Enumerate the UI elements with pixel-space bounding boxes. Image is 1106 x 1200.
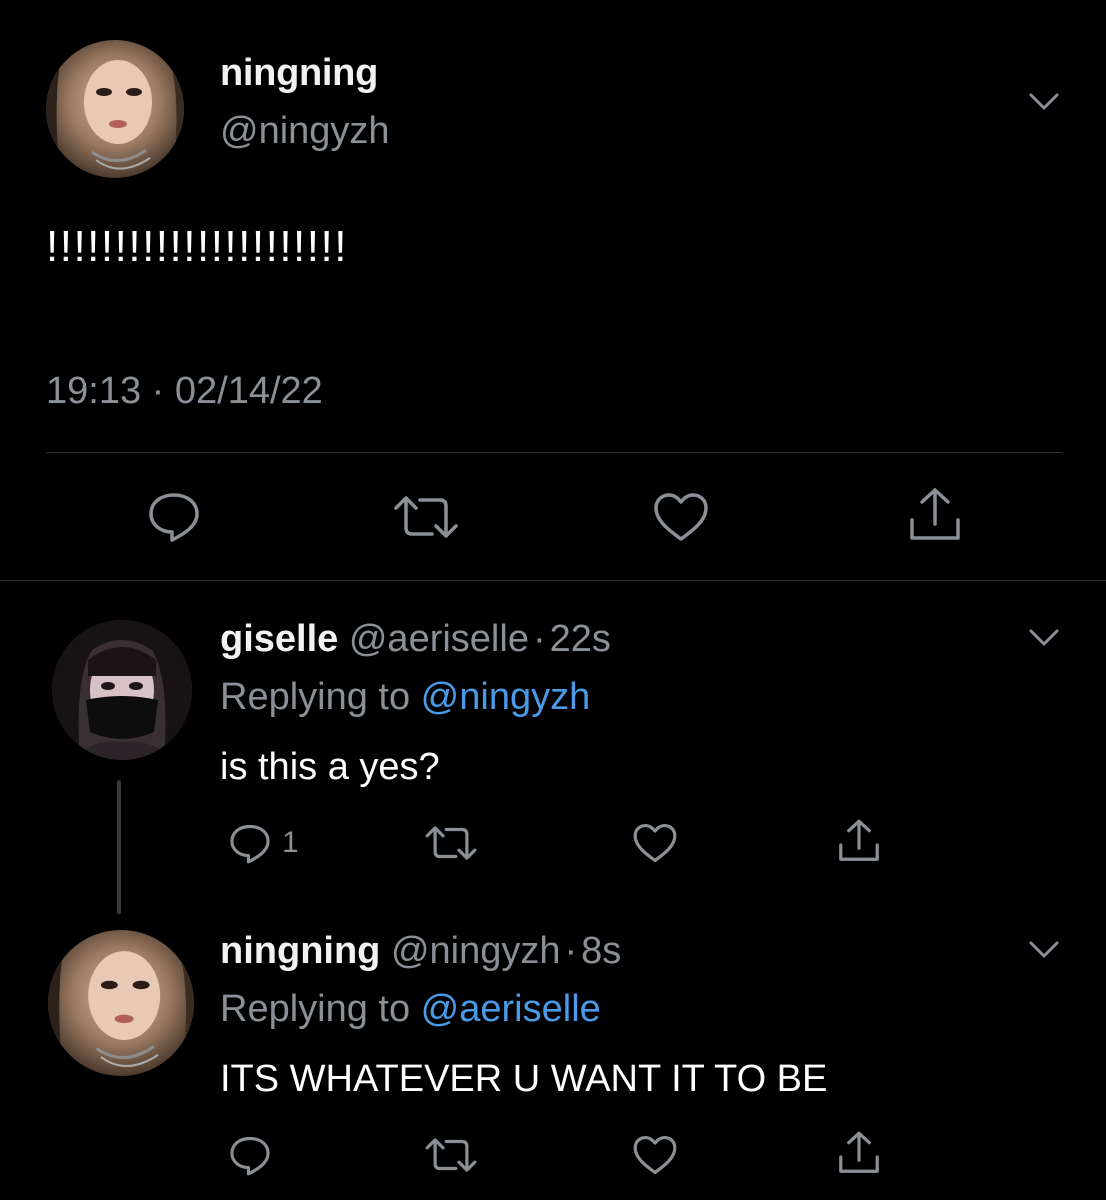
heart-icon[interactable] [652, 491, 710, 543]
reply-icon[interactable] [228, 822, 272, 864]
reply-header: giselle @aeriselle · 22s [220, 618, 611, 661]
avatar[interactable] [48, 930, 194, 1076]
heart-icon[interactable] [632, 1134, 678, 1176]
author-handle[interactable]: @ningyzh [391, 930, 561, 972]
retweet-icon[interactable] [424, 1136, 478, 1174]
replying-to: Replying to @ningyzh [220, 676, 590, 719]
retweet-icon[interactable] [392, 494, 460, 540]
tweet-text: !!!!!!!!!!!!!!!!!!!!!! [46, 222, 348, 271]
mention-link[interactable]: @aeriselle [421, 988, 601, 1030]
replying-to-label: Replying to [220, 676, 421, 718]
meta-separator: · [564, 930, 578, 972]
tweet-text: ITS WHATEVER U WANT IT TO BE [220, 1058, 828, 1100]
share-icon[interactable] [836, 1130, 882, 1176]
reply-icon[interactable] [228, 1134, 272, 1176]
reply-icon[interactable] [146, 490, 202, 542]
replying-to-label: Replying to [220, 988, 421, 1030]
share-icon[interactable] [906, 486, 964, 544]
retweet-icon[interactable] [424, 824, 478, 862]
mention-link[interactable]: @ningyzh [421, 676, 591, 718]
author-name[interactable]: ningning [220, 52, 378, 95]
heart-icon[interactable] [632, 822, 678, 864]
tweet-text: is this a yes? [220, 746, 440, 788]
chevron-down-icon[interactable] [1028, 628, 1060, 648]
divider [0, 580, 1106, 581]
reply-count: 1 [282, 826, 299, 859]
tweet-age[interactable]: 8s [581, 930, 621, 972]
avatar[interactable] [46, 40, 184, 178]
thread-connector [117, 780, 121, 914]
avatar[interactable] [52, 620, 192, 760]
meta-separator: · [532, 618, 546, 660]
author-name[interactable]: giselle [220, 618, 338, 660]
tweet-age[interactable]: 22s [550, 618, 611, 660]
author-name[interactable]: ningning [220, 930, 380, 972]
reply-header: ningning @ningyzh · 8s [220, 930, 621, 973]
author-handle[interactable]: @aeriselle [349, 618, 529, 660]
chevron-down-icon[interactable] [1028, 92, 1060, 112]
author-handle[interactable]: @ningyzh [220, 110, 390, 153]
chevron-down-icon[interactable] [1028, 940, 1060, 960]
tweet-timestamp[interactable]: 19:13 · 02/14/22 [46, 370, 323, 413]
replying-to: Replying to @aeriselle [220, 988, 601, 1031]
share-icon[interactable] [836, 818, 882, 864]
divider [46, 452, 1062, 453]
